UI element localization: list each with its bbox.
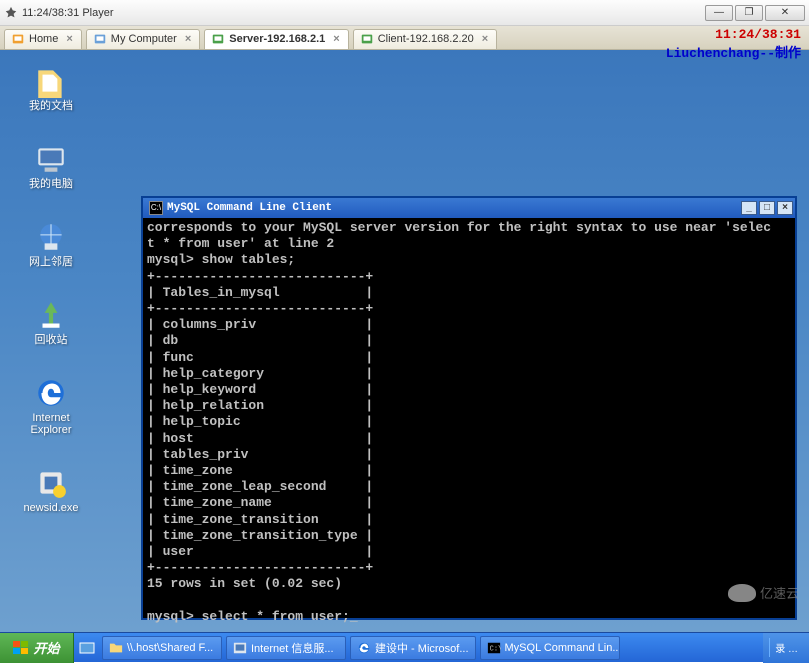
tray-expand[interactable]: 录 … <box>769 638 803 657</box>
task-label: \\.host\Shared F... <box>127 642 213 654</box>
tab-close-icon[interactable]: × <box>64 33 74 45</box>
tab-home[interactable]: Home × <box>4 29 82 49</box>
player-window-controls: — ❐ ✕ <box>705 5 805 21</box>
network-icon <box>34 220 68 254</box>
mysql-titlebar[interactable]: C:\ MySQL Command Line Client _ □ × <box>143 198 795 218</box>
tab-label: Server-192.168.2.1 <box>229 33 325 45</box>
desktop-icon-label: 回收站 <box>16 334 86 346</box>
quicklaunch-show-desktop[interactable] <box>76 637 98 659</box>
cmd-maximize-button[interactable]: □ <box>759 201 775 215</box>
desktop-icon-ie[interactable]: Internet Explorer <box>16 376 86 436</box>
desktop-icon-label: 网上邻居 <box>16 256 86 268</box>
player-title: 11:24/38:31 Player <box>22 7 705 19</box>
tab-close-icon[interactable]: × <box>183 33 193 45</box>
taskbar-task-iis[interactable]: Internet 信息服... <box>226 636 346 660</box>
cmd-icon: C:\ <box>149 201 163 215</box>
maximize-button[interactable]: ❐ <box>735 5 763 21</box>
desktop-icon-network[interactable]: 网上邻居 <box>16 220 86 268</box>
desktop-icon-recycle[interactable]: 回收站 <box>16 298 86 346</box>
cmd-minimize-button[interactable]: _ <box>741 201 757 215</box>
desktop-icon-computer[interactable]: 我的电脑 <box>16 142 86 190</box>
desktop-icon-label: newsid.exe <box>16 502 86 514</box>
minimize-button[interactable]: — <box>705 5 733 21</box>
task-label: MySQL Command Lin... <box>505 642 620 654</box>
pin-icon <box>4 6 18 20</box>
desktop-icon-label: 我的文档 <box>16 100 86 112</box>
ie-icon <box>34 376 68 410</box>
task-label: 建设中 - Microsof... <box>375 640 469 656</box>
start-label: 开始 <box>33 638 59 657</box>
desktop-icon-label: Internet Explorer <box>16 412 86 436</box>
cmd-close-button[interactable]: × <box>777 201 793 215</box>
tab-server[interactable]: Server-192.168.2.1 × <box>204 29 348 49</box>
tab-label: Client-192.168.2.20 <box>378 33 474 45</box>
player-titlebar: 11:24/38:31 Player — ❐ ✕ <box>0 0 809 26</box>
desktop-icon-documents[interactable]: 我的文档 <box>16 64 86 112</box>
taskbar-task-cmd[interactable]: C:\ MySQL Command Lin... <box>480 636 620 660</box>
desktop-icon-newsid[interactable]: newsid.exe <box>16 466 86 514</box>
tab-label: My Computer <box>111 33 177 45</box>
overlay-time: 11:24/38:31 <box>715 27 801 42</box>
recycle-icon <box>34 298 68 332</box>
tab-computer[interactable]: My Computer × <box>86 29 200 49</box>
close-button[interactable]: ✕ <box>765 5 805 21</box>
documents-icon <box>34 64 68 98</box>
newsid-icon <box>34 466 68 500</box>
mysql-terminal-output[interactable]: corresponds to your MySQL server version… <box>143 218 795 627</box>
windows-flag-icon <box>13 641 29 655</box>
tab-client[interactable]: Client-192.168.2.20 × <box>353 29 497 49</box>
computer-icon <box>34 142 68 176</box>
task-label: Internet 信息服... <box>251 640 334 656</box>
desktop-icon-label: 我的电脑 <box>16 178 86 190</box>
start-button[interactable]: 开始 <box>0 633 74 663</box>
tab-close-icon[interactable]: × <box>331 33 341 45</box>
watermark: 亿速云 <box>728 583 799 602</box>
cloud-icon <box>728 584 756 602</box>
mysql-title: MySQL Command Line Client <box>167 202 739 214</box>
svg-text:C:\: C:\ <box>489 645 500 653</box>
windows-taskbar: 开始 \\.host\Shared F... Internet 信息服... 建设中… <box>0 632 809 662</box>
taskbar-task-ie[interactable]: 建设中 - Microsof... <box>350 636 476 660</box>
system-tray[interactable]: 录 … <box>763 633 809 663</box>
tab-close-icon[interactable]: × <box>480 33 490 45</box>
tab-label: Home <box>29 33 58 45</box>
mysql-command-window[interactable]: C:\ MySQL Command Line Client _ □ × corr… <box>141 196 797 620</box>
taskbar-task-folder[interactable]: \\.host\Shared F... <box>102 636 222 660</box>
overlay-credit: Liuchenchang--制作 <box>666 42 801 61</box>
